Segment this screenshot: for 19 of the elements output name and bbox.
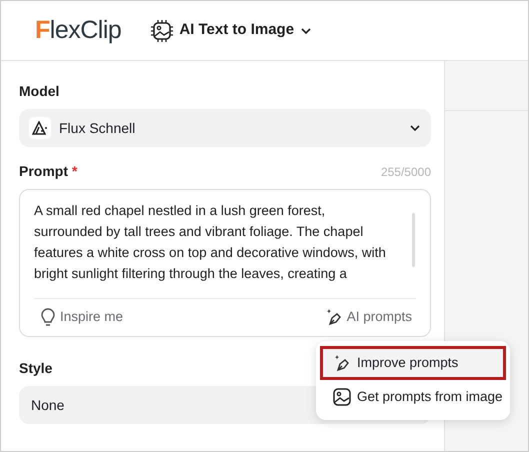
model-select[interactable]: Flux Schnell	[19, 109, 431, 147]
image-icon	[333, 388, 351, 406]
chip-image-icon	[151, 20, 174, 42]
lightbulb-icon	[40, 308, 56, 326]
inspire-me-button[interactable]: Inspire me	[40, 307, 124, 328]
logo: FlexClip	[35, 14, 122, 46]
ai-prompts-button[interactable]: AI prompts	[324, 307, 412, 328]
sparkle-pen-icon	[324, 308, 343, 326]
tool-dropdown[interactable]: AI Text to Image	[151, 19, 312, 42]
style-label: Style	[19, 359, 52, 378]
prompt-textarea[interactable]: A small red chapel nestled in a lush green forest, surrounded by tall trees and vibrant foliage. The chapel features a white cross on top and decorative windows, with bright sunlight filtering through the leaves, creating a Inspire me AI prompts	[19, 189, 431, 337]
menu-item[interactable]: Improve prompts	[320, 346, 506, 380]
model-label: Model	[19, 82, 60, 101]
sparkle-pen-icon	[333, 354, 351, 372]
chevron-down-icon	[409, 124, 421, 132]
scrollbar	[412, 213, 415, 267]
chevron-down-icon	[300, 26, 312, 34]
prompt-label: Prompt *	[19, 162, 78, 181]
character-counter: 255/5000	[380, 164, 431, 180]
